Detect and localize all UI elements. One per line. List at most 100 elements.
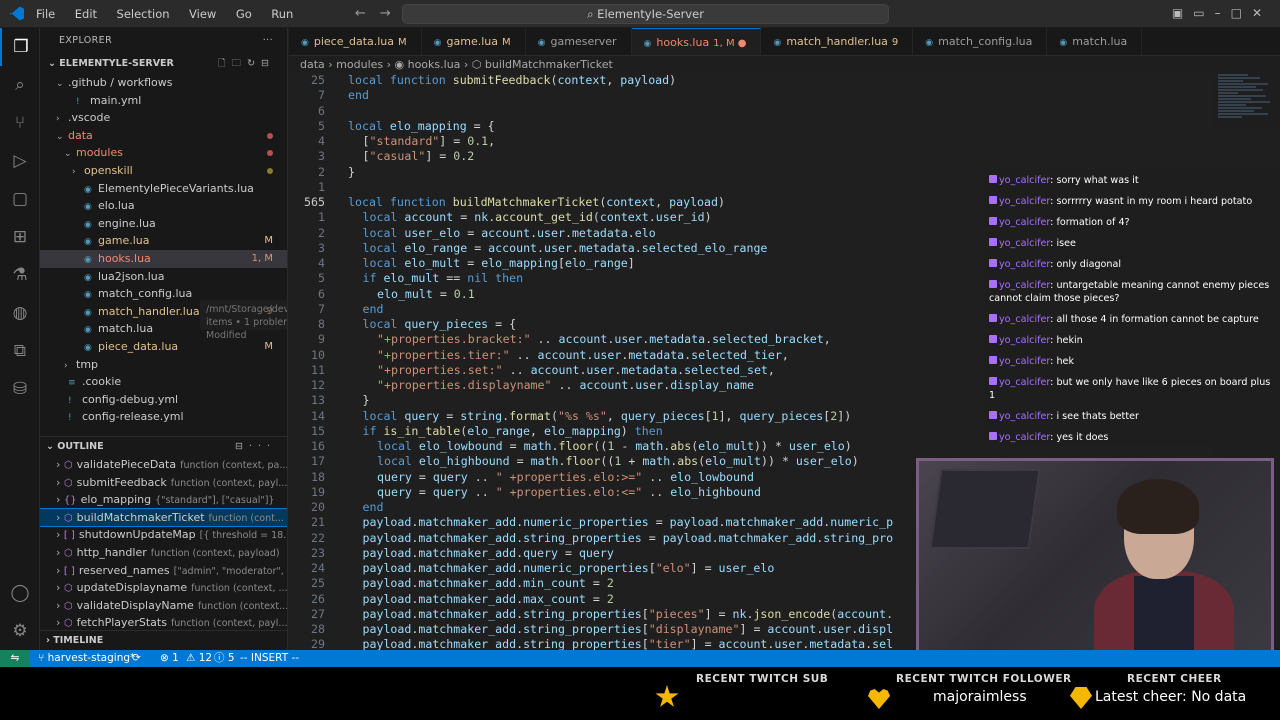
- database-icon[interactable]: ⛁: [0, 370, 40, 408]
- menu-selection[interactable]: Selection: [117, 7, 170, 21]
- editor-tab[interactable]: ◉ match_handler.lua 9: [761, 28, 914, 55]
- tree-item-label: main.yml: [90, 93, 142, 107]
- code-line[interactable]: 5 local elo_mapping = {: [289, 119, 1214, 134]
- layout-icon[interactable]: ▣: [1172, 6, 1193, 20]
- line-number: 4: [318, 134, 325, 148]
- menu-view[interactable]: View: [189, 7, 216, 21]
- code-line[interactable]: 6: [289, 104, 1214, 119]
- command-center-search[interactable]: ⌕ ElementyIe-Server: [402, 4, 889, 24]
- stream-alerts-bar: RECENT TWITCH SUB RECENT TWITCH FOLLOWER…: [0, 667, 1280, 720]
- search-view-icon[interactable]: ⌕: [0, 66, 40, 104]
- new-folder-icon[interactable]: 🗀: [232, 58, 248, 69]
- outline-header[interactable]: ⌄ OUTLINE ⊟···: [40, 436, 287, 456]
- sync-icon[interactable]: ⟳: [132, 650, 141, 667]
- run-debug-icon[interactable]: ▷: [0, 142, 40, 180]
- more-actions-icon[interactable]: ···: [263, 28, 273, 54]
- editor-tab[interactable]: ◉ piece_data.lua M: [289, 28, 422, 55]
- tree-item[interactable]: ◉ game.lua M: [40, 232, 287, 250]
- code-text: end: [362, 500, 384, 514]
- outline-item[interactable]: › {} elo_mapping {"standard"], ["casual"]}: [40, 491, 287, 509]
- menu-edit[interactable]: Edit: [75, 7, 97, 21]
- outline-item[interactable]: › ⬡ submitFeedback function (context, payl…: [40, 474, 287, 492]
- extensions-icon[interactable]: ⊞: [0, 218, 40, 256]
- tree-item[interactable]: ⌄ data: [40, 127, 287, 145]
- explorer-icon[interactable]: ❐: [0, 28, 40, 66]
- tree-item[interactable]: ◉ elo.lua: [40, 197, 287, 215]
- settings-gear-icon[interactable]: ⚙: [0, 612, 40, 650]
- maximize-icon[interactable]: □: [1231, 6, 1252, 20]
- collapse-all-icon[interactable]: ⊟: [261, 58, 275, 69]
- tree-item-label: config-debug.yml: [82, 392, 179, 406]
- editor-tab[interactable]: ◉ gameserver: [526, 28, 632, 55]
- chat-badge-icon: [989, 259, 997, 267]
- chat-badge-icon: [989, 196, 997, 204]
- tree-item[interactable]: ! main.yml: [40, 92, 287, 110]
- back-arrow-icon[interactable]: ←: [355, 6, 380, 21]
- tree-item-label: hooks.lua: [98, 251, 151, 265]
- menu-file[interactable]: File: [36, 7, 55, 21]
- tree-item[interactable]: ! config-release.yml: [40, 408, 287, 426]
- editor-tab[interactable]: ◉ hooks.lua 1, M ●: [631, 28, 762, 55]
- outline-item[interactable]: › [ ] shutdownUpdateMap[{ threshold = 18.…: [40, 526, 287, 544]
- remote-explorer-icon[interactable]: ▢: [0, 180, 40, 218]
- editor-tab[interactable]: ◉ match_config.lua: [913, 28, 1048, 55]
- code-text: "+properties.bracket:" .. account.user.m…: [377, 332, 831, 347]
- account-icon[interactable]: ◯: [0, 574, 40, 612]
- tree-item[interactable]: ! config-debug.yml: [40, 391, 287, 409]
- testing-icon[interactable]: ⚗: [0, 256, 40, 294]
- warning-count[interactable]: ⚠ 12: [186, 650, 212, 667]
- outline-item[interactable]: › [ ] reserved_names ["admin", "moderator"…: [40, 562, 287, 580]
- recent-cheer-title: RECENT CHEER: [1127, 673, 1222, 685]
- menu-go[interactable]: Go: [236, 7, 252, 21]
- outline-item[interactable]: › ⬡ validatePieceData function (context, p…: [40, 456, 287, 474]
- code-text: ["standard"] = 0.1,: [362, 134, 496, 148]
- source-control-icon[interactable]: ⑂: [0, 104, 40, 142]
- chat-text: only diagonal: [1056, 259, 1122, 270]
- error-count[interactable]: ⊗ 1: [160, 650, 179, 667]
- tree-item[interactable]: ⌄ .github / workflows: [40, 74, 287, 92]
- tree-item[interactable]: ≡ .cookie: [40, 373, 287, 391]
- code-line[interactable]: 7 end: [289, 88, 1214, 103]
- tree-item[interactable]: ◉ engine.lua: [40, 215, 287, 233]
- code-line[interactable]: 25 local function submitFeedback(context,…: [289, 73, 1214, 88]
- editor-tab[interactable]: ◉ match.lua: [1047, 28, 1143, 55]
- tree-view-icon[interactable]: ⧉: [0, 332, 40, 370]
- symbol-icon: ⬡: [63, 460, 73, 471]
- outline-item[interactable]: › ⬡ validateDisplayName function (context.…: [40, 597, 287, 615]
- code-line[interactable]: 4 ["standard"] = 0.1,: [289, 134, 1214, 149]
- tree-item-label: elo.lua: [98, 199, 135, 213]
- editor-tab[interactable]: ◉ game.lua M: [422, 28, 526, 55]
- git-branch[interactable]: ⑂ harvest-staging*: [38, 650, 135, 667]
- info-count[interactable]: ⓘ 5: [214, 650, 235, 667]
- menu-run[interactable]: Run: [271, 7, 293, 21]
- outline-item[interactable]: › ⬡ http_handler function (context, payloa…: [40, 544, 287, 562]
- tree-item-label: .cookie: [82, 375, 122, 389]
- timeline-header[interactable]: › TIMELINE: [40, 630, 287, 650]
- panel-toggle-icon[interactable]: ▭: [1193, 6, 1214, 20]
- chat-badge-icon: [989, 217, 997, 225]
- remote-indicator-icon[interactable]: ⇋: [0, 650, 30, 667]
- collapse-all-icon[interactable]: ⊟: [235, 441, 249, 452]
- json-icon[interactable]: ◍: [0, 294, 40, 332]
- tree-item[interactable]: › openskill: [40, 162, 287, 180]
- close-icon[interactable]: ✕: [1252, 6, 1272, 20]
- code-text: query = query .. " +properties.elo:<=" .…: [377, 484, 761, 499]
- tree-item[interactable]: ◉ lua2json.lua: [40, 268, 287, 286]
- tree-item[interactable]: ◉ hooks.lua 1, M: [40, 249, 287, 268]
- outline-item[interactable]: › ⬡ buildMatchmakerTicket function (cont..…: [40, 507, 287, 528]
- project-root[interactable]: ⌄ ELEMENTYLE-SERVER 🗋🗀↻⊟: [40, 54, 287, 74]
- tree-item[interactable]: › tmp: [40, 356, 287, 374]
- title-bar: File Edit Selection View Go Run ←→ ⌕ Ele…: [0, 0, 1280, 28]
- tree-item[interactable]: › .vscode: [40, 109, 287, 127]
- outline-item[interactable]: › ⬡ updateDisplayname function (context, .…: [40, 579, 287, 597]
- tree-item[interactable]: ⌄ modules: [40, 144, 287, 162]
- minimize-icon[interactable]: –: [1215, 6, 1231, 20]
- new-file-icon[interactable]: 🗋: [218, 58, 232, 69]
- breadcrumb[interactable]: data › modules › ◉ hooks.lua › ⬡ buildMa…: [300, 56, 1200, 73]
- line-number: 3: [318, 149, 325, 164]
- more-actions-icon[interactable]: ···: [249, 441, 276, 452]
- minimap[interactable]: [1214, 73, 1280, 178]
- refresh-icon[interactable]: ↻: [247, 58, 261, 69]
- code-line[interactable]: 3 ["casual"] = 0.2: [289, 149, 1214, 164]
- tree-item[interactable]: ◉ ElementylePieceVariants.lua: [40, 180, 287, 198]
